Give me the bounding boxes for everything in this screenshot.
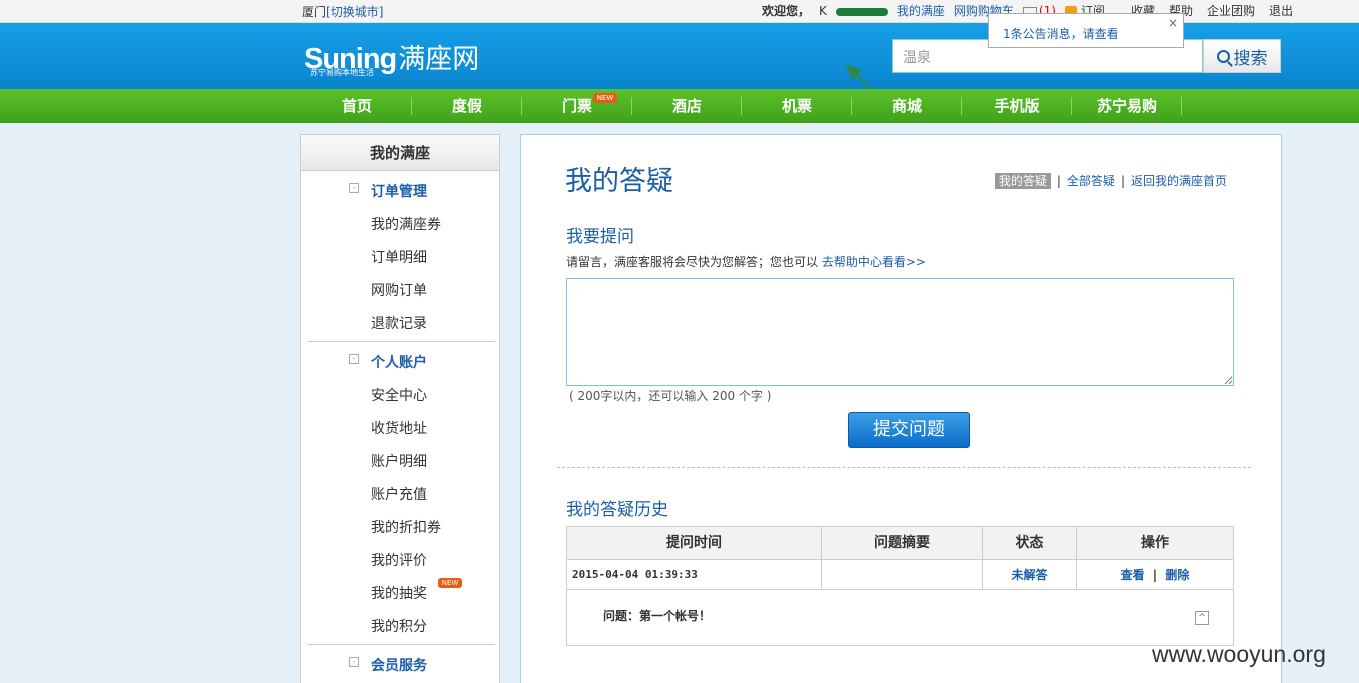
history-title: 我的答疑历史 (566, 500, 668, 520)
question-content: 问题：第一个帐号！ (603, 609, 712, 623)
sidebar-item-online-orders[interactable]: 网购订单 (371, 280, 427, 300)
sidebar-head-account[interactable]: 个人账户 (371, 352, 427, 372)
sidebar-item-recharge[interactable]: 账户充值 (371, 484, 427, 504)
sidebar-divider (307, 341, 495, 342)
sidebar-divider (307, 644, 495, 645)
logo-subtitle: 苏宁易购本地生活 (310, 68, 374, 77)
link-separator: | (1056, 174, 1061, 188)
enterprise-link[interactable]: 企业团购 (1207, 4, 1255, 18)
collapse-icon[interactable]: - (349, 657, 359, 667)
sidebar-title: 我的满座 (301, 135, 499, 171)
ask-title: 我要提问 (566, 227, 634, 247)
sidebar-item-address[interactable]: 收货地址 (371, 418, 427, 438)
cell-actions: 查看 | 删除 (1077, 560, 1233, 590)
ask-hint: 请留言，满座客服将会尽快为您解答；您也可以 去帮助中心看看>> (566, 253, 926, 270)
notice-popup: 1条公告消息，请查看 × (988, 13, 1184, 48)
cell-time: 2015-04-04 01:39:33 (567, 560, 822, 590)
nav-divider (1181, 97, 1182, 115)
help-center-link[interactable]: 去帮助中心看看>> (822, 255, 926, 269)
sidebar-item-security[interactable]: 安全中心 (371, 385, 427, 405)
logout-link[interactable]: 退出 (1269, 4, 1293, 18)
ask-hint-text: 请留言，满座客服将会尽快为您解答；您也可以 (566, 255, 819, 269)
collapse-up-icon[interactable]: ^ (1195, 611, 1209, 625)
delete-link[interactable]: 删除 (1165, 568, 1189, 582)
history-table: 提问时间 问题摘要 状态 操作 2015-04-04 01:39:33 未解答 … (566, 526, 1234, 646)
column-header-status: 状态 (983, 527, 1077, 560)
notice-text[interactable]: 1条公告消息，请查看 (1003, 25, 1119, 42)
sidebar-item-order-detail[interactable]: 订单明细 (371, 247, 427, 267)
collapse-icon[interactable]: - (349, 183, 359, 193)
question-textarea[interactable] (566, 278, 1234, 386)
search-icon (1216, 49, 1230, 63)
nav-item-hotel[interactable]: 酒店 (632, 89, 742, 123)
action-separator: | (1152, 568, 1158, 582)
nav-item-vacation[interactable]: 度假 (412, 89, 522, 123)
column-header-time: 提问时间 (567, 527, 822, 560)
table-row: 2015-04-04 01:39:33 未解答 查看 | 删除 (567, 560, 1233, 590)
submit-question-button[interactable]: 提交问题 (848, 412, 970, 448)
logo-name: 满座网 (398, 44, 480, 75)
search-button[interactable]: 搜索 (1203, 39, 1281, 73)
new-badge: NEW (438, 578, 462, 588)
sidebar-item-coupons[interactable]: 我的满座券 (371, 214, 441, 234)
cell-summary (822, 560, 983, 590)
sidebar-item-lottery[interactable]: 我的抽奖 (371, 583, 427, 603)
sidebar-item-points[interactable]: 我的积分 (371, 616, 427, 636)
nav-item-mall[interactable]: 商城 (852, 89, 962, 123)
sidebar-head-orders[interactable]: 订单管理 (371, 181, 427, 201)
close-icon[interactable]: × (1168, 16, 1178, 30)
table-header: 提问时间 问题摘要 状态 操作 (567, 527, 1233, 560)
nav-item-mobile[interactable]: 手机版 (962, 89, 1072, 123)
column-header-actions: 操作 (1141, 535, 1169, 551)
city-name: 厦门 (302, 5, 327, 19)
page-title: 我的答疑 (565, 166, 673, 197)
logo[interactable]: Suning满座网 苏宁易购本地生活 (304, 37, 480, 77)
collapse-icon[interactable]: - (349, 354, 359, 364)
link-all-qa[interactable]: 全部答疑 (1067, 174, 1115, 188)
char-count: ( 200字以内，还可以输入 200 个字 ) (569, 389, 772, 403)
switch-city-link[interactable]: [切换城市] (326, 5, 383, 19)
welcome-text: 欢迎您， (762, 4, 811, 18)
redacted-username (835, 7, 888, 16)
sidebar-item-account-detail[interactable]: 账户明细 (371, 451, 427, 471)
sidebar-item-discount[interactable]: 我的折扣券 (371, 517, 441, 537)
link-separator: | (1120, 174, 1125, 188)
main-panel: 我的答疑 我的答疑 | 全部答疑 | 返回我的满座首页 我要提问 请留言，满座客服将会尽… (520, 134, 1282, 683)
section-divider (557, 467, 1251, 468)
nav-item-home[interactable]: 首页 (302, 89, 412, 123)
search-button-label: 搜索 (1233, 48, 1268, 69)
city-area: 厦门[切换城市] (302, 3, 383, 20)
main-nav: 首页 度假 门票 NEW 酒店 机票 商城 手机版 苏宁易购 (0, 89, 1359, 123)
view-link[interactable]: 查看 (1121, 568, 1145, 582)
new-badge: NEW (593, 93, 617, 103)
column-header-summary: 问题摘要 (822, 527, 983, 560)
watermark: www.wooyun.org (1152, 641, 1326, 667)
link-my-qa[interactable]: 我的答疑 (994, 173, 1051, 189)
my-manzuo-link[interactable]: 我的满座 (897, 4, 945, 18)
sidebar-item-reviews[interactable]: 我的评价 (371, 550, 427, 570)
link-back-home[interactable]: 返回我的满座首页 (1131, 174, 1227, 188)
breadcrumb-links: 我的答疑 | 全部答疑 | 返回我的满座首页 (994, 172, 1227, 189)
nav-item-suning[interactable]: 苏宁易购 (1072, 89, 1182, 123)
sidebar-item-refunds[interactable]: 退款记录 (371, 313, 427, 333)
nav-item-flight[interactable]: 机票 (742, 89, 852, 123)
username: K (819, 4, 827, 18)
sidebar-head-member[interactable]: 会员服务 (371, 655, 427, 675)
sidebar: 我的满座 - 订单管理 我的满座券 订单明细 网购订单 退款记录 - 个人账户 … (300, 134, 500, 683)
cell-status: 未解答 (983, 560, 1077, 590)
